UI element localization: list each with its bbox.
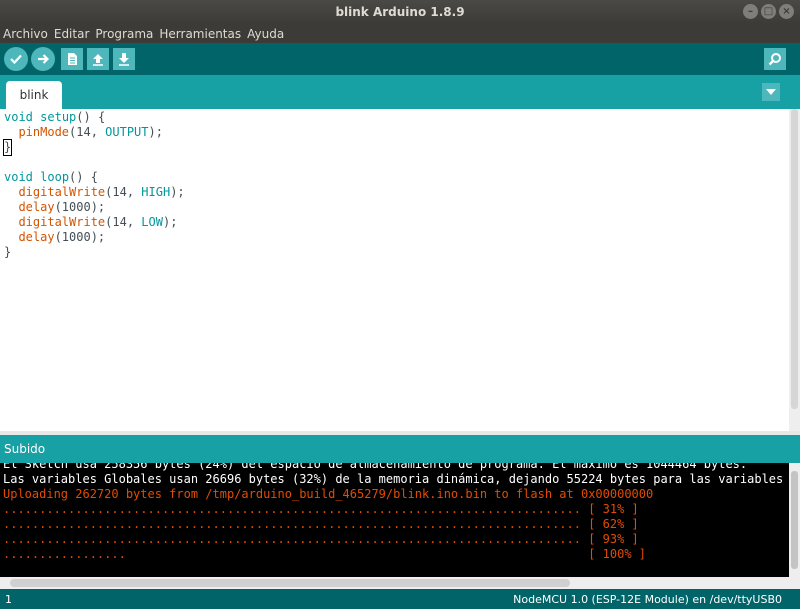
code-token: () { (69, 170, 98, 184)
console-line: ........................................… (3, 502, 639, 516)
menu-bar: Archivo Editar Programa Herramientas Ayu… (0, 24, 800, 43)
open-button[interactable] (87, 48, 109, 70)
code-line: void loop() { (4, 170, 789, 185)
code-token: (1000); (54, 200, 106, 214)
code-line: } (2, 139, 789, 156)
verify-button[interactable] (4, 47, 28, 71)
scrollbar-corner (789, 577, 800, 589)
code-line: digitalWrite(14, LOW); (4, 215, 789, 230)
menu-programa[interactable]: Programa (95, 27, 153, 41)
code-token: delay (18, 230, 55, 244)
minimize-icon[interactable]: – (743, 4, 758, 19)
window-title: blink Arduino 1.8.9 (335, 5, 465, 19)
code-token: ); (162, 215, 178, 229)
window-titlebar: blink Arduino 1.8.9 – □ × (0, 0, 800, 24)
serial-monitor-button[interactable] (764, 48, 786, 70)
code-line: delay(1000); (4, 200, 789, 215)
status-message: Subido (4, 442, 46, 456)
menu-archivo[interactable]: Archivo (3, 27, 48, 41)
chevron-down-icon (766, 89, 776, 95)
save-button[interactable] (113, 48, 135, 70)
console-lines: El Sketch usa 258356 bytes (24%) del esp… (3, 463, 783, 562)
menu-ayuda[interactable]: Ayuda (247, 27, 284, 41)
code-token: ); (170, 185, 185, 199)
bottom-status-bar: 1 NodeMCU 1.0 (ESP-12E Module) en /dev/t… (0, 589, 800, 609)
board-info: NodeMCU 1.0 (ESP-12E Module) en /dev/tty… (513, 592, 782, 606)
code-token: () { (76, 110, 106, 124)
code-line: delay(1000); (4, 230, 789, 245)
upload-button[interactable] (31, 47, 55, 71)
download-arrow-icon (119, 53, 129, 66)
code-token: (14, (105, 185, 142, 199)
console-horizontal-thumb[interactable] (10, 579, 570, 587)
code-token: delay (18, 200, 55, 214)
menu-editar[interactable]: Editar (54, 27, 90, 41)
console-line: ........................................… (3, 532, 639, 546)
console-line: ........................................… (3, 517, 639, 531)
arrow-right-icon (38, 54, 50, 64)
code-token: } (4, 245, 12, 259)
console-horizontal-scrollbar[interactable] (0, 577, 789, 589)
code-token: loop (40, 170, 70, 184)
window-controls: – □ × (743, 4, 794, 19)
new-button[interactable] (61, 48, 83, 70)
code-editor[interactable]: void setup() { pinMode(14, OUTPUT);} voi… (0, 109, 789, 431)
code-token: (1000); (54, 230, 106, 244)
console-line: ................. [ 100% ] (3, 547, 646, 561)
tab-blink[interactable]: blink (6, 81, 62, 109)
code-token: digitalWrite (18, 215, 106, 229)
console-vertical-scrollbar[interactable] (789, 463, 800, 577)
console-vertical-thumb[interactable] (791, 471, 798, 569)
code-token: digitalWrite (18, 185, 106, 199)
menu-herramientas[interactable]: Herramientas (159, 27, 241, 41)
console-line: El Sketch usa 258356 bytes (24%) del esp… (3, 463, 748, 471)
editor-scrollbar[interactable] (789, 109, 800, 431)
code-token: OUTPUT (105, 125, 149, 139)
code-token: LOW (141, 215, 163, 229)
tab-bar: blink (0, 75, 800, 109)
code-token: void (4, 110, 33, 124)
code-token: HIGH (141, 185, 171, 199)
check-icon (10, 54, 22, 65)
code-line: pinMode(14, OUTPUT); (4, 125, 789, 140)
close-icon[interactable]: × (779, 4, 794, 19)
console-line: Uploading 262720 bytes from /tmp/arduino… (3, 487, 654, 501)
new-file-icon (68, 53, 77, 65)
toolbar (0, 43, 800, 75)
code-line: digitalWrite(14, HIGH); (4, 185, 789, 200)
code-token: setup (40, 110, 77, 124)
maximize-icon[interactable]: □ (761, 4, 776, 19)
code-token: void (4, 170, 33, 184)
code-line: } (4, 245, 789, 260)
line-number: 1 (5, 592, 12, 606)
editor-scrollbar-thumb[interactable] (791, 109, 798, 409)
tab-menu-button[interactable] (762, 83, 780, 101)
tab-label: blink (19, 88, 49, 102)
magnifier-icon (768, 53, 781, 66)
upload-arrow-icon (93, 54, 103, 66)
console-output: El Sketch usa 258356 bytes (24%) del esp… (0, 463, 789, 577)
code-line: void setup() { (4, 110, 789, 125)
code-token: (14, (69, 125, 106, 139)
code-token: } (2, 139, 13, 156)
code-token: (14, (105, 215, 142, 229)
code-token: ); (148, 125, 163, 139)
status-bar: Subido (0, 435, 800, 463)
code-token: pinMode (18, 125, 70, 139)
console-line: Las variables Globales usan 26696 bytes … (3, 472, 784, 486)
